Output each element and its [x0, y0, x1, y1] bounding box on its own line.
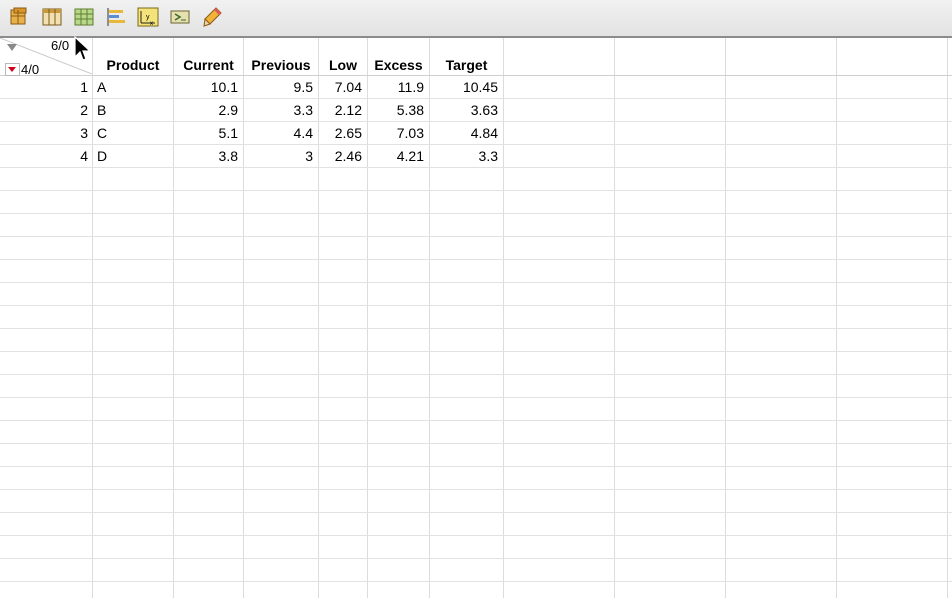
cell-product[interactable]: A	[97, 76, 106, 98]
grid-line	[0, 489, 952, 490]
script-icon[interactable]	[169, 6, 191, 28]
grid-line	[0, 558, 952, 559]
grid-line	[0, 420, 952, 421]
cell-previous[interactable]: 4.4	[244, 122, 313, 144]
grid-line	[92, 38, 93, 598]
cell-low[interactable]: 2.12	[319, 99, 362, 121]
grid-line	[0, 374, 952, 375]
grid-line	[0, 466, 952, 467]
cell-product[interactable]: D	[97, 145, 107, 167]
cell-low[interactable]: 7.04	[319, 76, 362, 98]
row-number[interactable]: 4	[0, 145, 88, 167]
cell-previous[interactable]: 9.5	[244, 76, 313, 98]
cell-previous[interactable]: 3	[244, 145, 313, 167]
cell-target[interactable]: 10.45	[430, 76, 498, 98]
cell-excess[interactable]: 7.03	[368, 122, 424, 144]
grid-line	[0, 213, 952, 214]
row-number[interactable]: 2	[0, 99, 88, 121]
grid-line	[0, 167, 952, 168]
grid-line	[0, 282, 952, 283]
grid-line	[0, 512, 952, 513]
grid-line	[0, 259, 952, 260]
bar-chart-icon[interactable]	[105, 6, 127, 28]
grid-line	[614, 38, 615, 598]
cell-previous[interactable]: 3.3	[244, 99, 313, 121]
grid-line	[0, 351, 952, 352]
column-header-current[interactable]: Current	[174, 56, 243, 74]
column-count: 6/0	[51, 38, 70, 53]
grid-line	[0, 236, 952, 237]
row-number[interactable]: 1	[0, 76, 88, 98]
toolbar: y x	[0, 0, 952, 38]
column-header-previous[interactable]: Previous	[244, 56, 318, 74]
row-count: 4/0	[21, 62, 40, 77]
svg-text:x: x	[150, 21, 153, 27]
cell-target[interactable]: 3.3	[430, 145, 498, 167]
grid-line	[0, 328, 952, 329]
grid-icon[interactable]	[73, 6, 95, 28]
svg-text:y: y	[146, 14, 150, 21]
graph-icon[interactable]: y x	[137, 6, 159, 28]
cell-product[interactable]: C	[97, 122, 107, 144]
cell-excess[interactable]: 5.38	[368, 99, 424, 121]
cell-low[interactable]: 2.65	[319, 122, 362, 144]
data-grid: 6/0 4/0 Product Current Previous Low Exc…	[0, 38, 952, 598]
grid-line	[836, 38, 837, 598]
column-header-low[interactable]: Low	[319, 56, 367, 74]
cell-current[interactable]: 10.1	[174, 76, 238, 98]
columns-icon[interactable]	[41, 6, 63, 28]
cell-current[interactable]: 5.1	[174, 122, 238, 144]
column-header-product[interactable]: Product	[93, 56, 173, 74]
cell-current[interactable]: 2.9	[174, 99, 238, 121]
grid-line	[0, 535, 952, 536]
rows-menu-icon[interactable]	[5, 63, 20, 76]
grid-line	[0, 190, 952, 191]
table-panel-toggle-icon[interactable]	[7, 44, 17, 51]
cell-target[interactable]: 4.84	[430, 122, 498, 144]
grid-line	[725, 38, 726, 598]
column-header-target[interactable]: Target	[430, 56, 503, 74]
grid-line	[503, 38, 504, 598]
cell-product[interactable]: B	[97, 99, 106, 121]
grid-line	[0, 397, 952, 398]
cell-target[interactable]: 3.63	[430, 99, 498, 121]
cell-excess[interactable]: 4.21	[368, 145, 424, 167]
table-icon[interactable]	[8, 6, 30, 28]
grid-line	[947, 38, 948, 598]
grid-line	[0, 581, 952, 582]
pencil-icon[interactable]	[201, 6, 223, 28]
cell-low[interactable]: 2.46	[319, 145, 362, 167]
grid-line	[0, 305, 952, 306]
grid-line	[0, 443, 952, 444]
row-number[interactable]: 3	[0, 122, 88, 144]
column-header-excess[interactable]: Excess	[368, 56, 429, 74]
cell-current[interactable]: 3.8	[174, 145, 238, 167]
mouse-cursor-icon	[74, 36, 92, 61]
cell-excess[interactable]: 11.9	[368, 76, 424, 98]
